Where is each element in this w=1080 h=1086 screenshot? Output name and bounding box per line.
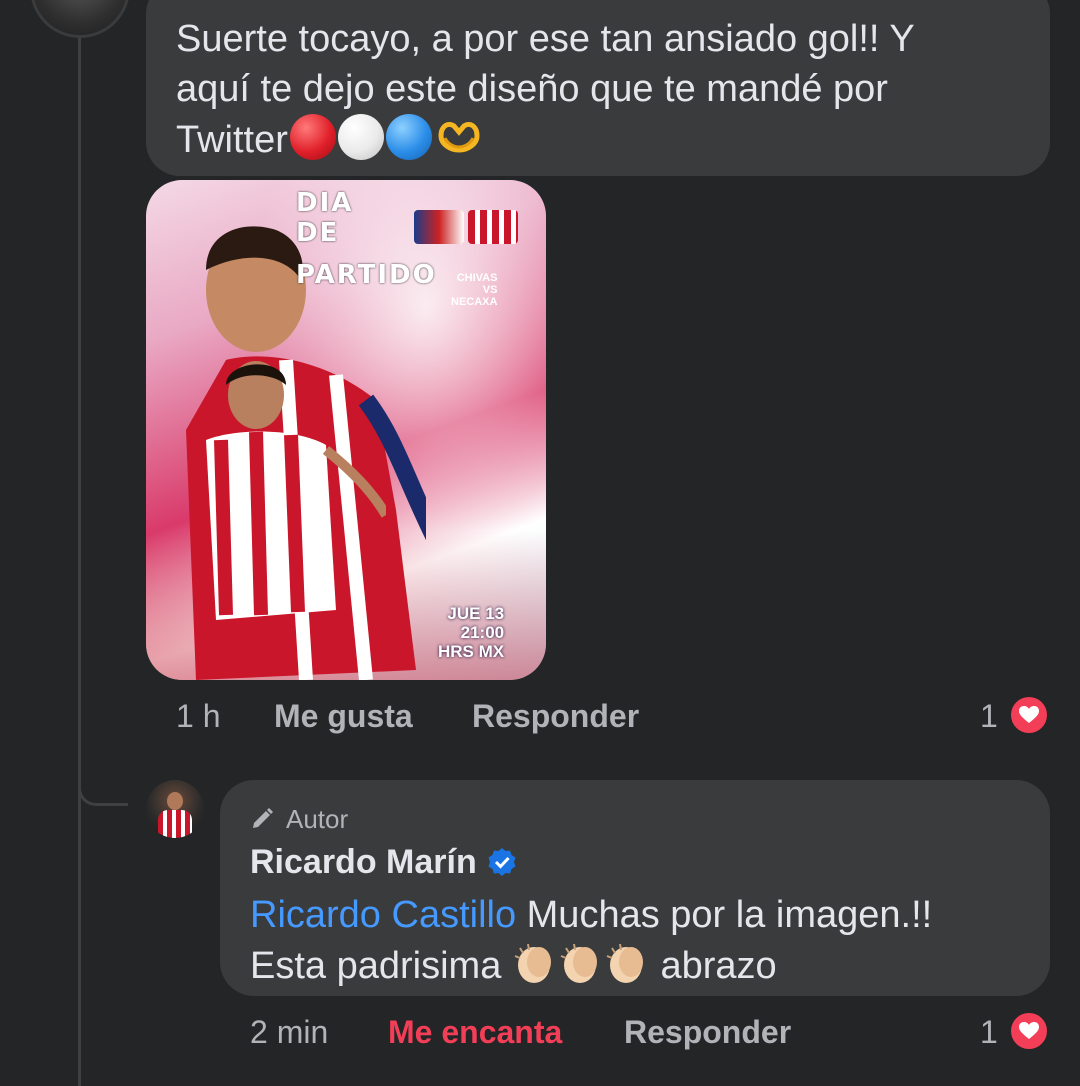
comment-text-line: Twitter bbox=[176, 119, 288, 161]
reaction-count[interactable]: 1 bbox=[980, 698, 998, 735]
image-matchup-line: CHIVAS bbox=[456, 272, 498, 284]
reply-text-segment: Muchas por la imagen.!! bbox=[516, 894, 933, 936]
image-title-line: PARTIDO bbox=[296, 260, 437, 290]
author-badge: Autor bbox=[250, 800, 1020, 838]
avatar-shirt bbox=[158, 810, 192, 838]
reply-love-reaction-icon[interactable] bbox=[1008, 1010, 1050, 1052]
author-badge-label: Autor bbox=[286, 803, 349, 834]
reply-text: Ricardo Castillo Muchas por la imagen.!!… bbox=[250, 890, 1020, 991]
necaxa-crest-icon bbox=[468, 210, 518, 244]
reply-button[interactable]: Responder bbox=[472, 698, 639, 735]
reply-timestamp[interactable]: 2 min bbox=[250, 1014, 328, 1051]
verified-badge-icon bbox=[487, 847, 517, 877]
reply-connector-line bbox=[78, 770, 128, 806]
love-reaction-icon[interactable] bbox=[1008, 694, 1050, 736]
comment-text: Suerte tocayo, a por ese tan ansiado gol… bbox=[176, 14, 1020, 165]
player-illustration-small bbox=[206, 361, 386, 620]
reply-reaction-count[interactable]: 1 bbox=[980, 1014, 998, 1051]
image-date-line: JUE 13 bbox=[447, 604, 505, 623]
comment-bubble: Suerte tocayo, a por ese tan ansiado gol… bbox=[146, 0, 1050, 176]
mention-link[interactable]: Ricardo Castillo bbox=[250, 894, 516, 936]
like-button[interactable]: Me gusta bbox=[274, 698, 413, 735]
comment-text-line: Suerte tocayo, a por ese tan ansiado gol… bbox=[176, 18, 915, 60]
blue-circle-emoji-icon bbox=[385, 114, 432, 160]
image-matchup-line: VS bbox=[482, 284, 498, 296]
reply-author-row: Ricardo Marín bbox=[250, 840, 1020, 884]
reply-to-reply-button[interactable]: Responder bbox=[624, 1014, 791, 1051]
pencil-icon bbox=[253, 808, 273, 828]
clapping-hands-emoji-icon bbox=[604, 940, 650, 986]
comment-timestamp[interactable]: 1 h bbox=[176, 698, 220, 735]
image-matchup: CHIVAS VS NECAXA bbox=[451, 272, 497, 308]
love-reaction-button[interactable]: Me encanta bbox=[388, 1014, 562, 1051]
white-circle-emoji-icon bbox=[337, 114, 384, 160]
image-date: JUE 13 21:00 HRS MX bbox=[438, 604, 504, 661]
red-circle-emoji-icon bbox=[289, 114, 336, 160]
heart-hands-emoji-icon bbox=[436, 114, 482, 160]
reply-author-avatar[interactable] bbox=[146, 780, 204, 838]
image-matchup-line: NECAXA bbox=[451, 296, 498, 308]
reply-text-segment: Esta padrisima bbox=[250, 945, 512, 987]
image-date-line: HRS MX bbox=[438, 642, 505, 661]
attached-image[interactable]: DIA DE PARTIDO CHIVAS VS NECAXA JUE 13 2… bbox=[146, 180, 546, 680]
reply-author-name[interactable]: Ricardo Marín bbox=[250, 843, 477, 882]
thread-line bbox=[78, 0, 81, 1086]
reply-text-segment: abrazo bbox=[649, 945, 777, 987]
clapping-hands-emoji-icon bbox=[558, 940, 604, 986]
image-title: DIA DE PARTIDO bbox=[296, 188, 437, 290]
comment-text-line: aquí te dejo este diseño que te mandé po… bbox=[176, 68, 888, 110]
commenter-avatar[interactable] bbox=[30, 0, 130, 38]
image-date-line: 21:00 bbox=[460, 623, 505, 642]
reply-bubble: Autor Ricardo Marín Ricardo Castillo Muc… bbox=[220, 780, 1050, 996]
image-title-line: DIA bbox=[296, 188, 354, 218]
image-title-line: DE bbox=[296, 218, 340, 248]
avatar-head bbox=[167, 792, 183, 810]
clapping-hands-emoji-icon bbox=[512, 940, 558, 986]
